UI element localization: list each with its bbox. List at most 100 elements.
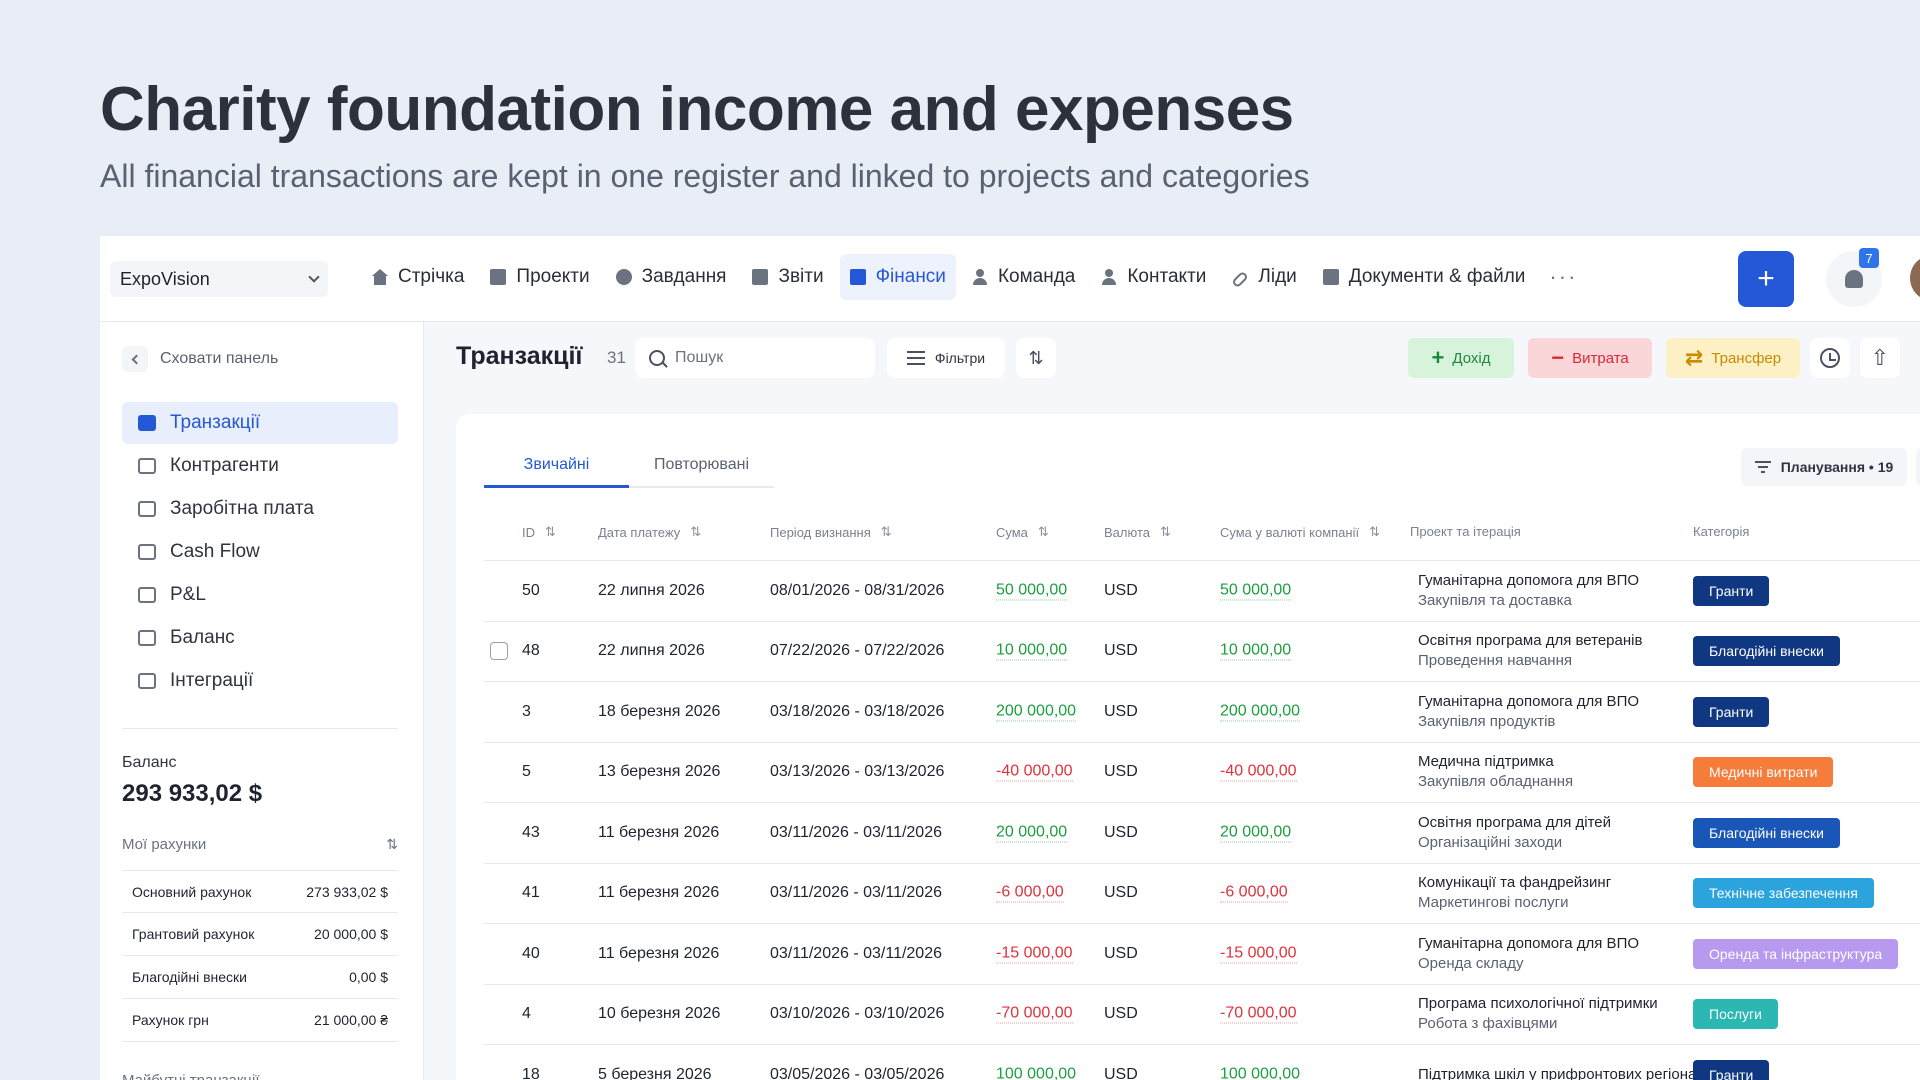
sidebar-item-bank[interactable]: Баланс <box>122 617 398 659</box>
cell-project[interactable]: Підтримка шкіл у прифронтових регіонах <box>1418 1065 1704 1080</box>
nav-item-report[interactable]: Звіти <box>742 254 833 300</box>
account-row[interactable]: Рахунок грн 21 000,00 ₴ <box>122 999 398 1042</box>
cell-project[interactable]: Гуманітарна допомога для ВПО Закупівля та… <box>1418 571 1639 611</box>
category-badge[interactable]: Гранти <box>1693 575 1770 606</box>
cell-project[interactable]: Освітня програма для дітей Організаційні … <box>1418 813 1611 853</box>
cell-amount: 10 000,00 <box>996 641 1068 661</box>
column-header-id[interactable]: ID ⇅ <box>522 524 556 540</box>
plus-icon: + <box>1431 345 1445 370</box>
planning-label: Планування • 19 <box>1780 459 1894 475</box>
column-label: Категорія <box>1693 524 1750 539</box>
create-button[interactable]: + <box>1738 251 1794 307</box>
table-row[interactable]: 5 13 березня 2026 03/13/2026 - 03/13/2026 -… <box>484 741 1920 803</box>
project-name: Медична підтримка <box>1418 753 1554 771</box>
history-button[interactable] <box>1810 338 1850 378</box>
table-row[interactable]: 50 22 липня 2026 08/01/2026 - 08/31/2026 50… <box>484 560 1920 621</box>
cell-company-amount: 200 000,00 <box>1220 702 1301 722</box>
cell-project[interactable]: Програма психологічної підтримки Робота з… <box>1418 994 1658 1034</box>
card-icon <box>138 415 156 431</box>
table-row[interactable]: 41 11 березня 2026 03/11/2026 - 03/11/2026… <box>484 862 1920 924</box>
category-badge[interactable]: Благодійні внески <box>1693 817 1840 848</box>
sidebar-item-card[interactable]: Транзакції <box>122 402 398 444</box>
hide-panel-button[interactable]: Сховати панель <box>122 346 278 372</box>
settings-button[interactable]: ⚙ <box>1916 448 1920 486</box>
sidebar-item-handshake[interactable]: Контрагенти <box>122 445 398 487</box>
project-name: Гуманітарна допомога для ВПО <box>1418 934 1640 952</box>
nav-item-person[interactable]: Команда <box>962 254 1085 300</box>
nav-item-home[interactable]: Стрічка <box>362 254 474 300</box>
cell-payment-date: 11 березня 2026 <box>598 823 720 841</box>
sidebar-item-calendar[interactable]: P&L <box>122 574 398 616</box>
column-header-company-amount[interactable]: Сума у валюті компанії ⇅ <box>1220 524 1380 540</box>
sort-icon: ⇅ <box>545 524 556 539</box>
nav-item-document[interactable]: Проекти <box>480 254 599 300</box>
column-header-amount[interactable]: Сума ⇅ <box>996 524 1049 540</box>
cell-currency: USD <box>1104 763 1138 781</box>
table-row[interactable]: 43 11 березня 2026 03/11/2026 - 03/11/2026… <box>484 802 1920 863</box>
briefcase-icon <box>138 501 156 517</box>
nav-item-files[interactable]: Документи & файли <box>1313 254 1536 300</box>
cell-currency: USD <box>1104 702 1138 720</box>
cell-project[interactable]: Комунікації та фандрейзинг Маркетингові п… <box>1418 873 1611 913</box>
add-transfer-button[interactable]: ⇄ Трансфер <box>1666 338 1800 378</box>
row-checkbox[interactable] <box>490 642 508 661</box>
search-box[interactable] <box>635 338 875 378</box>
add-expense-button[interactable]: − Витрата <box>1528 338 1652 378</box>
tab-regular[interactable]: Звичайні <box>484 444 629 488</box>
tab-recurring[interactable]: Повторювані <box>629 444 774 488</box>
sidebar-item-briefcase[interactable]: Заробітна плата <box>122 488 398 530</box>
column-header-currency[interactable]: Валюта ⇅ <box>1104 524 1171 540</box>
account-row[interactable]: Благодійні внески 0,00 $ <box>122 956 398 999</box>
filters-button[interactable]: Фільтри <box>887 338 1005 378</box>
category-badge[interactable]: Гранти <box>1693 696 1770 727</box>
cell-payment-date: 11 березня 2026 <box>598 944 720 962</box>
cell-project[interactable]: Гуманітарна допомога для ВПО Оренда склад… <box>1418 934 1639 974</box>
cell-id: 18 <box>522 1065 540 1080</box>
cell-project[interactable]: Гуманітарна допомога для ВПО Закупівля пр… <box>1418 692 1639 732</box>
cell-payment-date: 18 березня 2026 <box>598 702 721 720</box>
table-row[interactable]: 40 11 березня 2026 03/11/2026 - 03/11/2026… <box>484 923 1920 984</box>
cell-project[interactable]: Освітня програма для ветеранів Проведення… <box>1418 631 1642 671</box>
column-header-period[interactable]: Період визнання ⇅ <box>770 524 892 540</box>
nav-item-check-circle[interactable]: Завдання <box>606 254 737 300</box>
table-row[interactable]: 3 18 березня 2026 03/18/2026 - 03/18/2026 2… <box>484 681 1920 742</box>
nav-item-finance[interactable]: Фінанси <box>839 254 956 300</box>
add-income-button[interactable]: + Дохід <box>1408 338 1514 378</box>
table-row[interactable]: 4 10 березня 2026 03/10/2026 - 03/10/2026 -… <box>484 983 1920 1045</box>
export-button[interactable]: ⇧ <box>1860 338 1900 378</box>
calendar-icon <box>138 587 156 603</box>
nav-item-label: Стрічка <box>398 266 465 287</box>
column-header-date[interactable]: Дата платежу ⇅ <box>598 524 701 540</box>
sort-icon[interactable]: ⇅ <box>386 836 398 853</box>
table-row[interactable]: 18 5 березня 2026 03/05/2026 - 03/05/2026 1… <box>484 1044 1920 1080</box>
category-badge[interactable]: Технічне забезпечення <box>1693 878 1874 909</box>
account-row[interactable]: Грантовий рахунок 20 000,00 $ <box>122 913 398 956</box>
category-badge[interactable]: Гранти <box>1693 1059 1770 1080</box>
table-row[interactable]: 48 22 липня 2026 07/22/2026 - 07/22/2026 10… <box>484 620 1920 682</box>
nav-item-contacts[interactable]: Контакти <box>1091 254 1216 300</box>
cell-project[interactable]: Медична підтримка Закупівля обладнання <box>1418 752 1573 792</box>
category-badge[interactable]: Оренда та інфраструктура <box>1693 938 1899 969</box>
more-menu-button[interactable]: ··· <box>1541 254 1585 300</box>
category-badge[interactable]: Благодійні внески <box>1693 636 1840 667</box>
tabs: Звичайні Повторювані <box>484 444 774 488</box>
account-balance: 0,00 $ <box>349 969 388 985</box>
category-badge[interactable]: Медичні витрати <box>1693 757 1834 788</box>
sort-button[interactable]: ⇅ <box>1016 338 1056 378</box>
nav-item-link[interactable]: Ліди <box>1222 254 1306 300</box>
sidebar-item-label: Інтеграції <box>170 670 254 691</box>
search-input[interactable] <box>675 349 855 367</box>
sidebar-item-bar-chart[interactable]: Cash Flow <box>122 531 398 573</box>
cell-recognition-period: 03/18/2026 - 03/18/2026 <box>770 702 945 720</box>
sidebar-item-sync[interactable]: Інтеграції <box>122 660 398 702</box>
cell-amount: -6 000,00 <box>996 883 1064 903</box>
account-row[interactable]: Основний рахунок 273 933,02 $ <box>122 870 398 913</box>
category-badge[interactable]: Послуги <box>1693 999 1778 1030</box>
cell-recognition-period: 03/13/2026 - 03/13/2026 <box>770 763 945 781</box>
planning-button[interactable]: Планування • 19 <box>1741 448 1907 486</box>
account-balance: 21 000,00 ₴ <box>314 1012 388 1028</box>
org-selector[interactable]: ExpoVision <box>110 261 328 297</box>
avatar[interactable] <box>1910 256 1920 300</box>
cell-payment-date: 22 липня 2026 <box>598 642 705 660</box>
link-icon <box>1231 270 1250 288</box>
